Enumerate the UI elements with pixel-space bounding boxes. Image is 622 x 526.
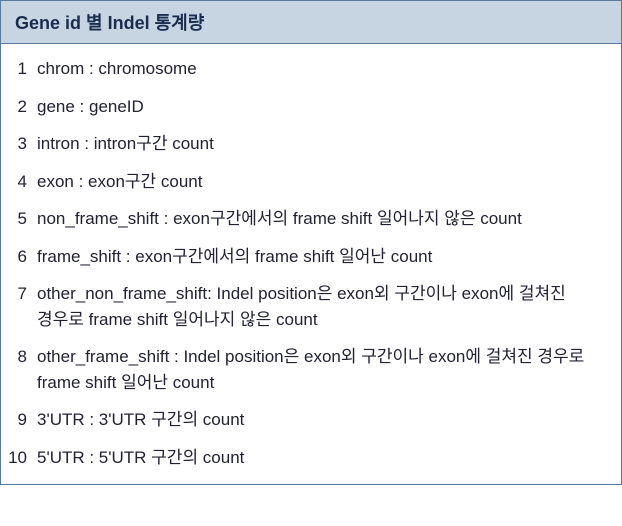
list-item: 10 5'UTR : 5'UTR 구간의 count [7,445,607,471]
list-item: 6 frame_shift : exon구간에서의 frame shift 일어… [7,244,607,270]
item-text: non_frame_shift : exon구간에서의 frame shift … [33,206,607,232]
item-text: exon : exon구간 count [33,169,607,195]
item-text: chrom : chromosome [33,56,607,82]
item-number: 3 [7,131,33,157]
item-text: other_frame_shift : Indel position은 exon… [33,344,607,395]
item-number: 5 [7,206,33,232]
list-item: 8 other_frame_shift : Indel position은 ex… [7,344,607,395]
list-item: 9 3'UTR : 3'UTR 구간의 count [7,407,607,433]
item-number: 9 [7,407,33,433]
item-number: 7 [7,281,33,307]
box-header: Gene id 별 Indel 통계량 [1,1,621,44]
box-title: Gene id 별 Indel 통계량 [15,13,204,33]
item-number: 6 [7,244,33,270]
item-number: 2 [7,94,33,120]
item-number: 1 [7,56,33,82]
item-text: other_non_frame_shift: Indel position은 e… [33,281,607,332]
item-text: frame_shift : exon구간에서의 frame shift 일어난 … [33,244,607,270]
list-item: 3 intron : intron구간 count [7,131,607,157]
item-text: 3'UTR : 3'UTR 구간의 count [33,407,607,433]
box-body: 1 chrom : chromosome 2 gene : geneID 3 i… [1,44,621,484]
item-number: 4 [7,169,33,195]
list-item: 7 other_non_frame_shift: Indel position은… [7,281,607,332]
item-text: gene : geneID [33,94,607,120]
item-text: intron : intron구간 count [33,131,607,157]
item-number: 10 [7,445,33,471]
list-item: 1 chrom : chromosome [7,56,607,82]
item-number: 8 [7,344,33,370]
list-item: 2 gene : geneID [7,94,607,120]
item-text: 5'UTR : 5'UTR 구간의 count [33,445,607,471]
list-item: 5 non_frame_shift : exon구간에서의 frame shif… [7,206,607,232]
definition-box: Gene id 별 Indel 통계량 1 chrom : chromosome… [0,0,622,485]
list-item: 4 exon : exon구간 count [7,169,607,195]
